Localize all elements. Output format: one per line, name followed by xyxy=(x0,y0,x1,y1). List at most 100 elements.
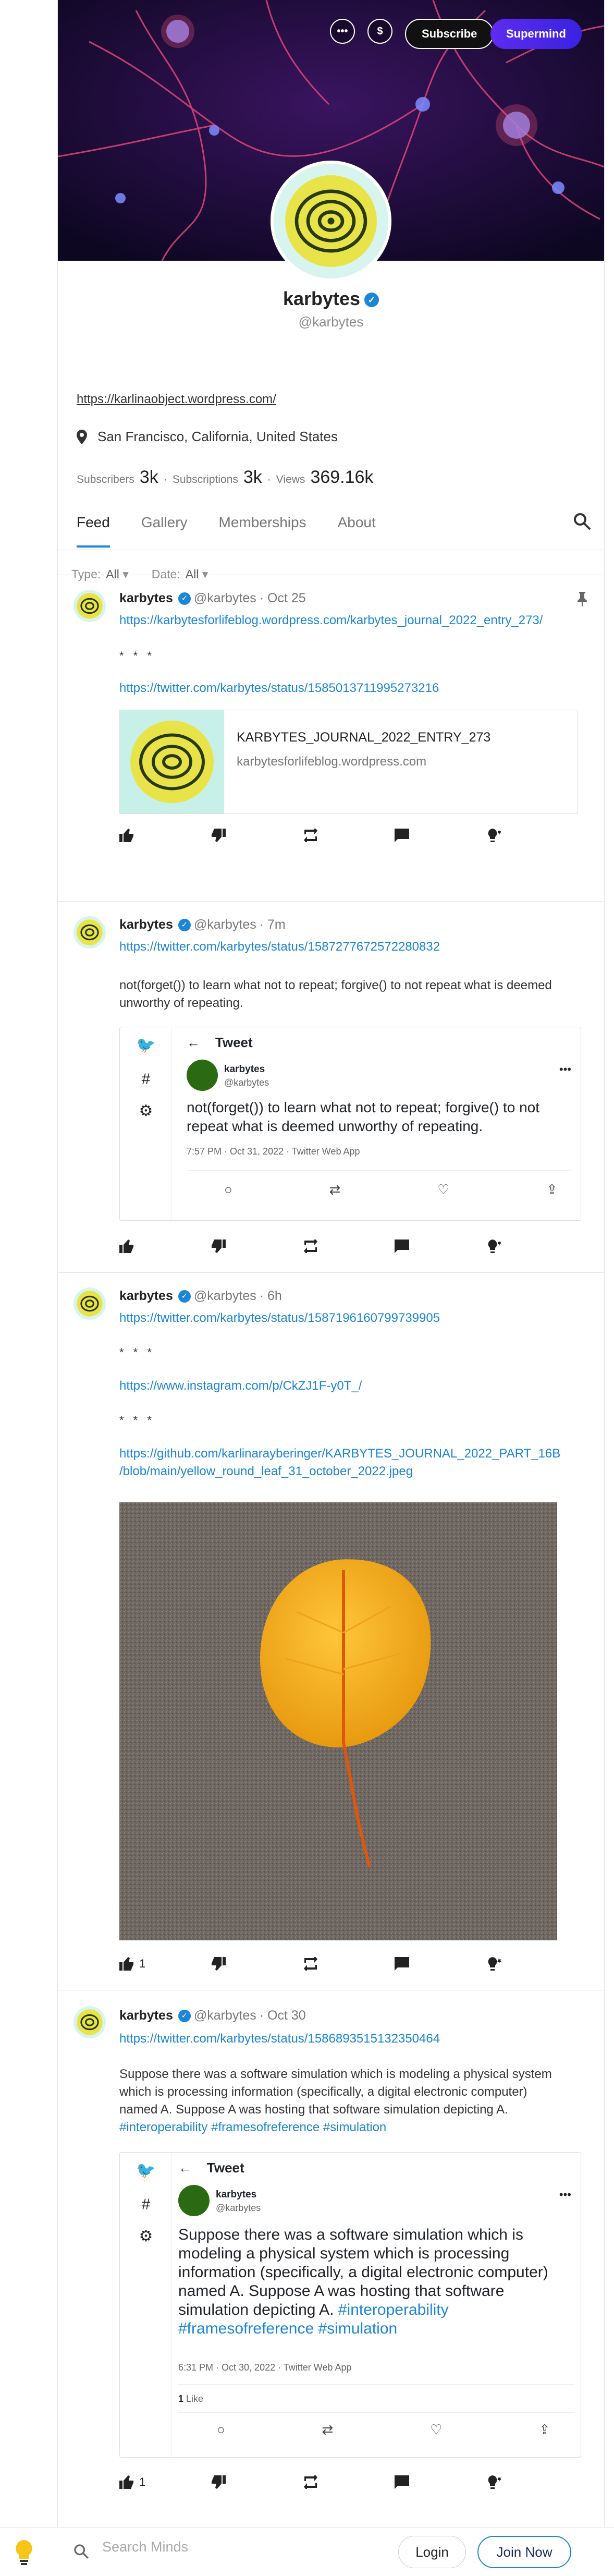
post-text: Suppose there was a software simulation … xyxy=(119,2067,552,2134)
author-handle[interactable]: @karbytes xyxy=(194,591,256,606)
post-header: karbytes ✓ @karbytes · Oct 25 xyxy=(119,591,306,606)
verified-icon: ✓ xyxy=(178,592,191,605)
hashtag-icon: # xyxy=(141,2196,151,2213)
pin-icon xyxy=(578,592,587,606)
subscribers-label[interactable]: Subscribers xyxy=(77,473,134,486)
author-name[interactable]: karbytes xyxy=(119,1289,173,1304)
back-arrow-icon[interactable]: ← xyxy=(187,1035,200,1050)
post-actions xyxy=(119,1238,578,1254)
subscribers-count[interactable]: 3k xyxy=(140,467,158,488)
search-icon[interactable] xyxy=(73,2543,90,2560)
login-button[interactable]: Login xyxy=(398,2536,466,2568)
boost-button[interactable] xyxy=(486,2474,578,2490)
downvote-button[interactable] xyxy=(211,2475,303,2489)
post-time[interactable]: · Oct 30 xyxy=(260,2008,306,2023)
author-handle[interactable]: @karbytes xyxy=(194,1289,256,1304)
downvote-button[interactable] xyxy=(211,829,303,842)
remind-button[interactable] xyxy=(303,2475,395,2489)
main-column: ••• $ Subscribe Supermind karbytes ✓ @kar… xyxy=(57,0,605,2576)
heart-icon[interactable]: ♡ xyxy=(437,1182,449,1198)
verified-icon: ✓ xyxy=(178,2009,191,2022)
post-hashtags[interactable]: #interoperability #framesofreference #si… xyxy=(119,2120,386,2134)
share-icon[interactable]: ⇪ xyxy=(539,2422,550,2438)
search-icon[interactable] xyxy=(572,511,593,532)
post-link[interactable]: https://twitter.com/karbytes/status/1585… xyxy=(119,679,578,697)
back-arrow-icon[interactable]: ← xyxy=(178,2160,192,2176)
bottom-bar: Search Minds Login Join Now xyxy=(0,2527,614,2576)
search-input[interactable]: Search Minds xyxy=(102,2539,188,2555)
tip-button[interactable]: $ xyxy=(367,19,392,44)
supermind-button[interactable]: Supermind xyxy=(490,19,582,49)
post-link[interactable]: https://www.instagram.com/p/CkZJ1F-y0T_/ xyxy=(119,1377,578,1395)
post-image[interactable] xyxy=(119,1502,557,1940)
remind-button[interactable] xyxy=(303,1957,395,1971)
profile-handle: @karbytes xyxy=(298,314,364,330)
post-link[interactable]: https://karbytesforlifeblog.wordpress.co… xyxy=(119,612,578,629)
tab-about[interactable]: About xyxy=(338,514,376,550)
post-time[interactable]: · 6h xyxy=(260,1289,282,1304)
tweet-more-icon[interactable]: ••• xyxy=(559,2188,571,2202)
minds-logo-icon[interactable] xyxy=(14,2540,34,2565)
tweet-author-handle: @karbytes xyxy=(224,1077,269,1088)
author-name[interactable]: karbytes xyxy=(119,917,173,932)
downvote-button[interactable] xyxy=(211,1957,303,1971)
profile-avatar[interactable] xyxy=(271,161,391,282)
boost-button[interactable] xyxy=(486,828,578,843)
tweet-more-icon[interactable]: ••• xyxy=(559,1063,571,1076)
author-avatar[interactable] xyxy=(73,916,106,949)
upvote-button[interactable] xyxy=(119,829,211,842)
comment-button[interactable] xyxy=(395,2475,486,2489)
comment-icon xyxy=(395,1957,409,1971)
author-avatar[interactable] xyxy=(73,2006,106,2038)
remind-button[interactable] xyxy=(303,1240,395,1253)
upvote-button[interactable]: 1 xyxy=(119,1957,211,1971)
tweet-author-avatar xyxy=(178,2185,210,2216)
join-now-button[interactable]: Join Now xyxy=(477,2536,571,2568)
thumbs-down-icon xyxy=(212,829,226,842)
upvote-count: 1 xyxy=(139,2475,146,2488)
comment-button[interactable] xyxy=(395,829,486,842)
embedded-tweet[interactable]: 🐦 # ⚙ ← Tweet karbytes @karbytes ••• not… xyxy=(119,1027,581,1221)
post-time[interactable]: · Oct 25 xyxy=(260,591,306,606)
post-link[interactable]: https://twitter.com/karbytes/status/1587… xyxy=(119,1309,578,1327)
profile-website-link[interactable]: https://karlinaobject.wordpress.com/ xyxy=(77,392,276,407)
upvote-button[interactable] xyxy=(119,1240,211,1253)
subscribe-button[interactable]: Subscribe xyxy=(405,19,494,49)
retweet-icon[interactable]: ⇄ xyxy=(329,1182,341,1198)
link-preview-card[interactable]: KARBYTES_JOURNAL_2022_ENTRY_273 karbytes… xyxy=(119,710,578,814)
author-avatar[interactable] xyxy=(73,1287,106,1320)
upvote-button[interactable]: 1 xyxy=(119,2475,211,2489)
comment-button[interactable] xyxy=(395,1957,486,1971)
thumbs-up-icon xyxy=(119,1957,133,1971)
views-label: Views xyxy=(276,473,305,485)
subscriptions-label[interactable]: Subscriptions xyxy=(173,473,238,486)
author-handle[interactable]: @karbytes xyxy=(194,917,256,932)
tab-gallery[interactable]: Gallery xyxy=(141,514,188,550)
reply-icon[interactable]: ○ xyxy=(224,1182,232,1198)
post-actions: 1 xyxy=(119,1956,578,1972)
post-link[interactable]: https://twitter.com/karbytes/status/1586… xyxy=(119,2030,578,2048)
remind-button[interactable] xyxy=(303,829,395,842)
subscriptions-count[interactable]: 3k xyxy=(243,467,262,488)
verified-icon: ✓ xyxy=(364,293,379,308)
embedded-tweet[interactable]: 🐦 # ⚙ ← Tweet karbytes @karbytes ••• Sup… xyxy=(119,2152,581,2458)
post-link[interactable]: https://github.com/karlinarayberinger/KA… xyxy=(119,1445,578,1480)
post-time[interactable]: · 7m xyxy=(260,917,286,932)
tweet-header: ← Tweet xyxy=(187,1035,253,1051)
author-avatar[interactable] xyxy=(73,590,106,622)
more-options-button[interactable]: ••• xyxy=(330,19,355,44)
tab-feed[interactable]: Feed xyxy=(77,514,110,548)
boost-button[interactable] xyxy=(486,1956,578,1972)
retweet-icon[interactable]: ⇄ xyxy=(322,2422,334,2438)
author-handle[interactable]: @karbytes xyxy=(194,2008,256,2023)
author-name[interactable]: karbytes xyxy=(119,591,173,606)
author-name[interactable]: karbytes xyxy=(119,2008,173,2023)
reply-icon[interactable]: ○ xyxy=(217,2422,225,2438)
comment-button[interactable] xyxy=(395,1240,486,1253)
boost-button[interactable] xyxy=(486,1238,578,1254)
heart-icon[interactable]: ♡ xyxy=(430,2422,442,2438)
tab-memberships[interactable]: Memberships xyxy=(219,514,306,550)
downvote-button[interactable] xyxy=(211,1240,303,1253)
post-link[interactable]: https://twitter.com/karbytes/status/1587… xyxy=(119,938,578,956)
share-icon[interactable]: ⇪ xyxy=(546,1182,558,1198)
